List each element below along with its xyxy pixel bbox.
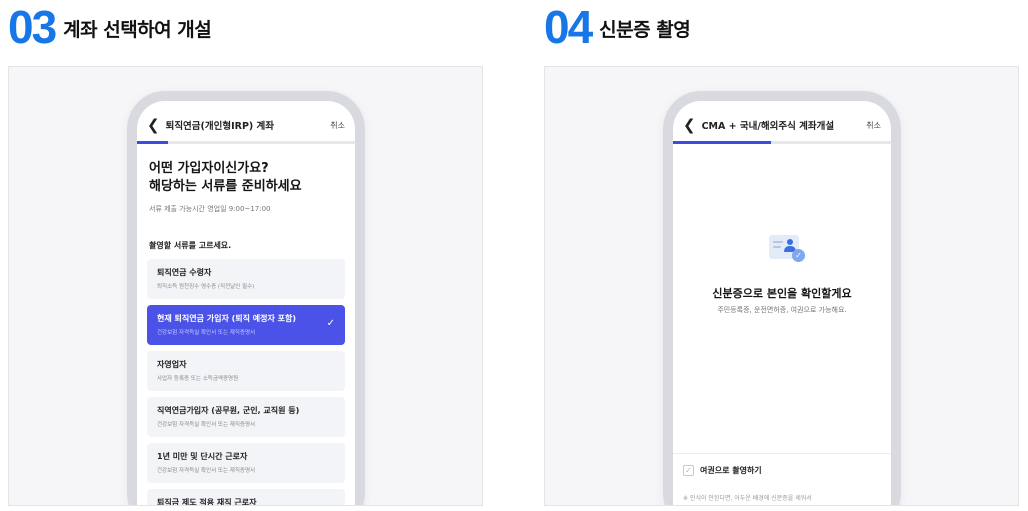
question-title: 어떤 가입자이신가요? 해당하는 서류를 준비하세요 — [137, 144, 355, 196]
confirm-subtitle: 주민등록증, 운전면허증, 여권으로 가능해요. — [717, 306, 847, 314]
question-line-2: 해당하는 서류를 준비하세요 — [149, 179, 302, 194]
id-card-icon: ✓ — [769, 233, 809, 265]
progress-fill — [673, 141, 772, 144]
app-topbar: ❮ CMA + 국내/해외주식 계좌개설 취소 — [673, 109, 891, 141]
option-self-employed[interactable]: 자영업자 사업자 등록증 또는 소득금액증명원 — [147, 351, 345, 391]
submission-hours: 서류 제출 가능시간 영업일 9:00~17:00 — [149, 205, 271, 213]
option-desc: 퇴직소득 원천징수 영수증 (직전날인 필수) — [157, 284, 255, 290]
person-icon-head — [787, 239, 793, 245]
divider — [673, 453, 891, 454]
phone-screen: ❮ CMA + 국내/해외주식 계좌개설 취소 ✓ 신분증으로 본인을 확인할게… — [673, 101, 891, 505]
option-title: 직역연금가입자 (공무원, 군인, 교직원 등) — [157, 406, 300, 415]
option-current-subscriber[interactable]: 현재 퇴직연금 가입자 (퇴직 예정자 포함) 건강보험 자격득실 확인서 또는… — [147, 305, 345, 345]
screen-title: 퇴직연금(개인형IRP) 계좌 — [165, 121, 275, 132]
step-04-panel: ❮ CMA + 국내/해외주식 계좌개설 취소 ✓ 신분증으로 본인을 확인할게… — [544, 66, 1019, 506]
document-option-list: 퇴직연금 수령자 퇴직소득 원천징수 영수증 (직전날인 필수) 현재 퇴직연금… — [137, 259, 355, 506]
step-04-header: 04 신분증 촬영 — [544, 1, 691, 53]
option-occupational-pension[interactable]: 직역연금가입자 (공무원, 군인, 교직원 등) 건강보험 자격득실 확인서 또… — [147, 397, 345, 437]
step-number: 03 — [8, 1, 57, 53]
option-desc: 건강보험 자격득실 확인서 또는 재직증명서 — [157, 468, 256, 474]
option-title: 자영업자 — [157, 360, 187, 369]
option-desc: 건강보험 자격득실 확인서 또는 재직증명서 — [157, 330, 256, 336]
screen-title: CMA + 국내/해외주식 계좌개설 — [701, 121, 835, 132]
step-title: 신분증 촬영 — [599, 18, 691, 41]
cancel-button[interactable]: 취소 — [330, 120, 345, 131]
step-03-panel: ❮ 퇴직연금(개인형IRP) 계좌 취소 어떤 가입자이신가요? 해당하는 서류… — [8, 66, 483, 506]
check-badge-icon: ✓ — [792, 249, 805, 262]
chevron-left-icon[interactable]: ❮ — [683, 117, 696, 133]
option-title: 퇴직연금 수령자 — [157, 268, 212, 277]
id-card-line — [773, 246, 781, 248]
progress-fill — [137, 141, 168, 144]
confirm-title: 신분증으로 본인을 확인할게요 — [712, 287, 852, 300]
chevron-left-icon[interactable]: ❮ — [147, 117, 160, 133]
option-title: 현재 퇴직연금 가입자 (퇴직 예정자 포함) — [157, 314, 296, 323]
option-title: 퇴직금 제도 적용 재직 근로자 — [157, 498, 257, 506]
check-icon: ✓ — [326, 318, 335, 329]
option-short-term-worker[interactable]: 1년 미만 및 단시간 근로자 건강보험 자격득실 확인서 또는 재직증명서 — [147, 443, 345, 483]
step-03-header: 03 계좌 선택하여 개설 — [8, 1, 212, 53]
phone-mockup: ❮ 퇴직연금(개인형IRP) 계좌 취소 어떤 가입자이신가요? 해당하는 서류… — [127, 91, 365, 506]
option-title: 1년 미만 및 단시간 근로자 — [157, 452, 248, 461]
option-desc: 사업자 등록증 또는 소득금액증명원 — [157, 376, 239, 382]
question-line-1: 어떤 가입자이신가요? — [149, 161, 269, 176]
phone-mockup: ❮ CMA + 국내/해외주식 계좌개설 취소 ✓ 신분증으로 본인을 확인할게… — [663, 91, 901, 505]
recognition-note: ※ 인식이 안된다면, 어두운 배경에 신분증을 세워서 — [683, 495, 812, 502]
passport-option[interactable]: ✓ 여권으로 촬영하기 — [683, 465, 762, 476]
app-topbar: ❮ 퇴직연금(개인형IRP) 계좌 취소 — [137, 109, 355, 141]
option-desc: 건강보험 자격득실 확인서 또는 재직증명서 — [157, 422, 256, 428]
passport-label: 여권으로 촬영하기 — [700, 466, 762, 475]
id-card-line — [773, 241, 783, 243]
step-title: 계좌 선택하여 개설 — [63, 18, 212, 41]
progress-bar — [137, 141, 355, 144]
checkbox-icon[interactable]: ✓ — [683, 465, 694, 476]
option-pension-recipient[interactable]: 퇴직연금 수령자 퇴직소득 원천징수 영수증 (직전날인 필수) — [147, 259, 345, 299]
step-number: 04 — [544, 1, 593, 53]
pick-document-label: 촬영할 서류를 고르세요. — [149, 241, 232, 250]
option-severance-worker[interactable]: 퇴직금 제도 적용 재직 근로자 — [147, 489, 345, 506]
progress-bar — [673, 141, 891, 144]
cancel-button[interactable]: 취소 — [866, 120, 881, 131]
phone-screen: ❮ 퇴직연금(개인형IRP) 계좌 취소 어떤 가입자이신가요? 해당하는 서류… — [137, 101, 355, 506]
